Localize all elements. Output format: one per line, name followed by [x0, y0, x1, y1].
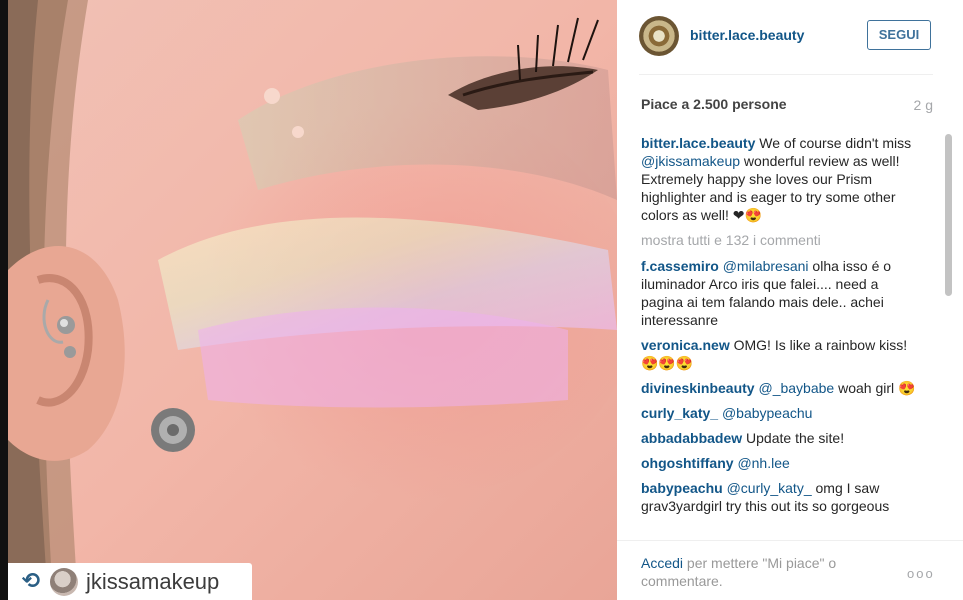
- list-item: curly_katy_ @babypeachu: [641, 404, 921, 422]
- likes-count[interactable]: Piace a 2.500 persone: [641, 96, 787, 112]
- caption: bitter.lace.beauty We of course didn't m…: [641, 134, 921, 224]
- post-username[interactable]: bitter.lace.beauty: [690, 27, 804, 43]
- comment-mention[interactable]: @babypeachu: [722, 405, 813, 421]
- login-prompt: Accedi per mettere "Mi piace" o commenta…: [641, 554, 881, 590]
- comment-username[interactable]: curly_katy_: [641, 405, 718, 421]
- list-item: veronica.new OMG! Is like a rainbow kiss…: [641, 336, 921, 372]
- list-item: divineskinbeauty @_baybabe woah girl 😍: [641, 379, 921, 397]
- repost-icon: ⟲: [21, 568, 41, 594]
- list-item: f.cassemiro @milabresani olha isso é o i…: [641, 257, 921, 329]
- comment-text: Update the site!: [742, 430, 845, 446]
- comment-username[interactable]: divineskinbeauty: [641, 380, 755, 396]
- follow-button[interactable]: SEGUI: [867, 20, 931, 50]
- comment-username[interactable]: babypeachu: [641, 480, 723, 496]
- comment-username[interactable]: f.cassemiro: [641, 258, 719, 274]
- list-item: babypeachu @curly_katy_ omg I saw grav3y…: [641, 479, 921, 515]
- comment-username[interactable]: veronica.new: [641, 337, 730, 353]
- divider: [617, 540, 963, 541]
- comment-mention[interactable]: @milabresani: [723, 258, 809, 274]
- avatar[interactable]: [639, 16, 679, 56]
- comments-list[interactable]: bitter.lace.beauty We of course didn't m…: [641, 134, 921, 536]
- comment-mention[interactable]: @nh.lee: [737, 455, 789, 471]
- caption-mention[interactable]: @jkissamakeup: [641, 153, 740, 169]
- left-edge-strip: [0, 0, 8, 600]
- list-item: abbadabbadew Update the site!: [641, 429, 921, 447]
- divider: [639, 74, 933, 75]
- caption-text: We of course didn't miss: [755, 135, 912, 151]
- caption-username[interactable]: bitter.lace.beauty: [641, 135, 755, 151]
- post-header: bitter.lace.beauty SEGUI: [617, 0, 963, 74]
- comment-mention[interactable]: @_baybabe: [758, 380, 834, 396]
- repost-badge[interactable]: ⟲ jkissamakeup: [8, 563, 252, 600]
- repost-avatar: [50, 567, 78, 596]
- load-more-comments[interactable]: mostra tutti e 132 i commenti: [641, 231, 921, 249]
- post-photo[interactable]: [8, 0, 617, 600]
- login-link[interactable]: Accedi: [641, 555, 683, 571]
- post-time[interactable]: 2 g: [914, 97, 933, 113]
- repost-username: jkissamakeup: [86, 568, 220, 594]
- comments-scrollbar[interactable]: [945, 134, 952, 296]
- comment-username[interactable]: abbadabbadew: [641, 430, 742, 446]
- comment-username[interactable]: ohgoshtiffany: [641, 455, 734, 471]
- comment-text: woah girl 😍: [834, 380, 916, 396]
- list-item: ohgoshtiffany @nh.lee: [641, 454, 921, 472]
- comment-mention[interactable]: @curly_katy_: [727, 480, 812, 496]
- more-options-icon[interactable]: ooo: [907, 566, 935, 581]
- post-side-panel: bitter.lace.beauty SEGUI Piace a 2.500 p…: [617, 0, 963, 600]
